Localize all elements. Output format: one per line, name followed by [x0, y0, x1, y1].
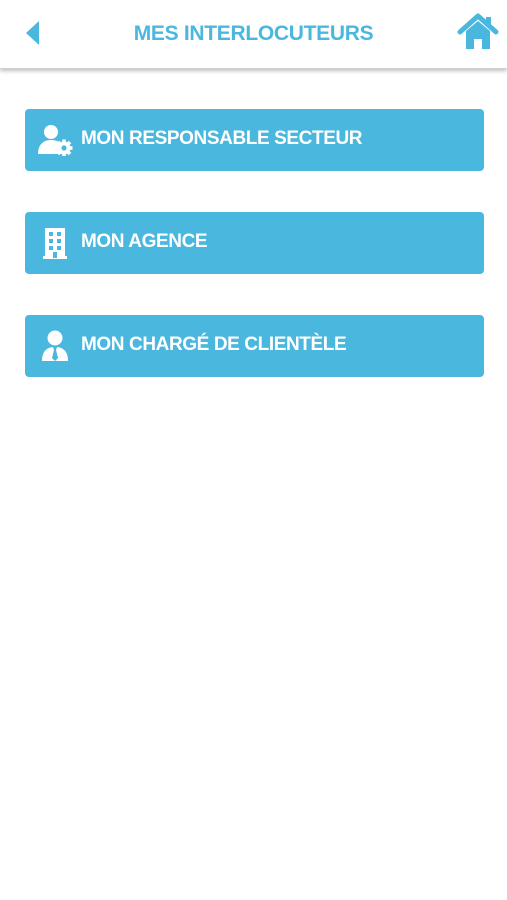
menu-item-agence[interactable]: MON AGENCE — [25, 212, 484, 274]
menu-item-label: MON AGENCE — [81, 231, 208, 252]
menu-item-responsable-secteur[interactable]: MON RESPONSABLE SECTEUR — [25, 109, 484, 171]
app-header: MES INTERLOCUTEURS — [0, 0, 507, 69]
home-icon — [457, 13, 499, 49]
home-button[interactable] — [457, 12, 499, 52]
user-gear-icon — [37, 122, 73, 158]
user-tie-icon — [37, 328, 73, 364]
menu-item-charge-clientele[interactable]: MON CHARGÉ DE CLIENTÈLE — [25, 315, 484, 377]
menu-item-label: MON RESPONSABLE SECTEUR — [81, 128, 363, 149]
building-icon — [37, 225, 73, 261]
page-title: MES INTERLOCUTEURS — [133, 22, 374, 45]
menu-item-label: MON CHARGÉ DE CLIENTÈLE — [81, 334, 347, 355]
